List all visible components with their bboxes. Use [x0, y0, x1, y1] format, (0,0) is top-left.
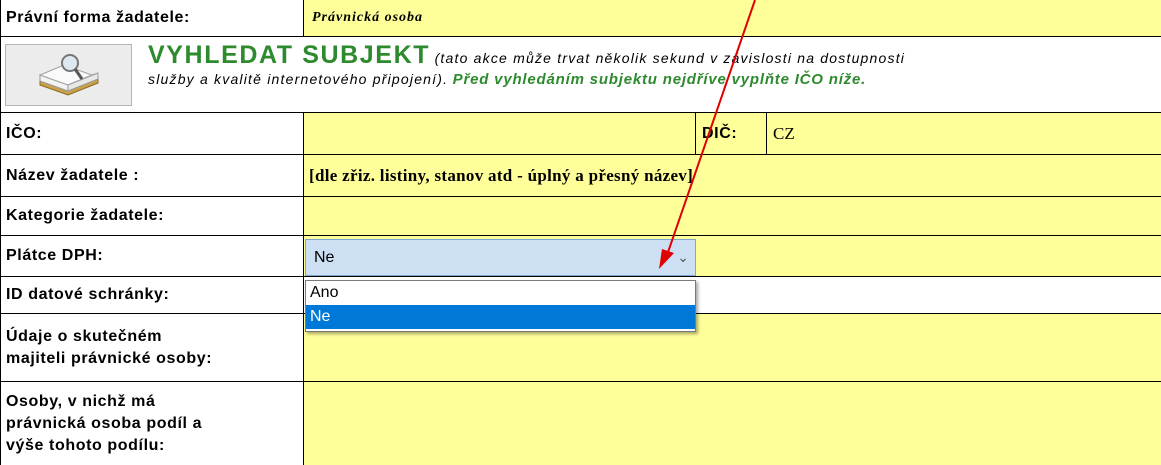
annotation-arrow-icon: [659, 0, 756, 269]
